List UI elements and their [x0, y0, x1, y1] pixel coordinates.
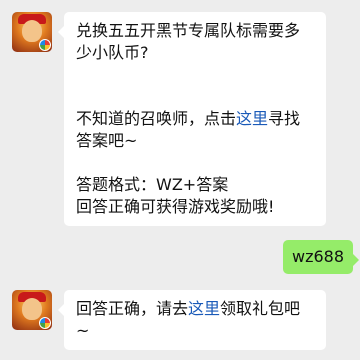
hint-prefix: 不知道的召唤师，点击 — [76, 109, 237, 128]
hint-link[interactable]: 这里 — [236, 109, 268, 128]
question-line-2: 少小队币? — [76, 43, 149, 62]
answer-prefix: 回答正确，请去 — [76, 299, 189, 318]
reply-text: wz688 — [291, 247, 345, 266]
reply-bubble: wz688 — [283, 240, 359, 274]
question-line-1: 兑换五五开黑节专属队标需要多 — [76, 21, 301, 40]
game-badge-icon — [39, 317, 51, 329]
bot-avatar-icon[interactable] — [12, 290, 52, 330]
answer-link[interactable]: 这里 — [188, 299, 220, 318]
game-badge-icon — [39, 39, 51, 51]
question-bubble: 兑换五五开黑节专属队标需要多 少小队币? 不知道的召唤师，点击这里寻找 答案吧~… — [58, 12, 326, 226]
answer-suffix: 领取礼包吧 — [220, 299, 301, 318]
hint-suffix: 寻找 — [268, 109, 301, 128]
hint-line-2: 答案吧~ — [76, 131, 138, 150]
answer-line-2: ~ — [76, 321, 90, 340]
answer-line-1: 回答正确，请去这里领取礼包吧 — [76, 298, 314, 320]
answer-bubble: 回答正确，请去这里领取礼包吧 ~ — [58, 290, 326, 350]
bot-avatar-icon[interactable] — [12, 12, 52, 52]
hint-line-1: 不知道的召唤师，点击这里寻找 — [76, 108, 314, 130]
reward-line: 回答正确可获得游戏奖励哦! — [76, 197, 275, 216]
avatar-face — [22, 298, 42, 320]
format-line: 答题格式：WZ+答案 — [76, 175, 229, 194]
avatar-face — [22, 20, 42, 42]
